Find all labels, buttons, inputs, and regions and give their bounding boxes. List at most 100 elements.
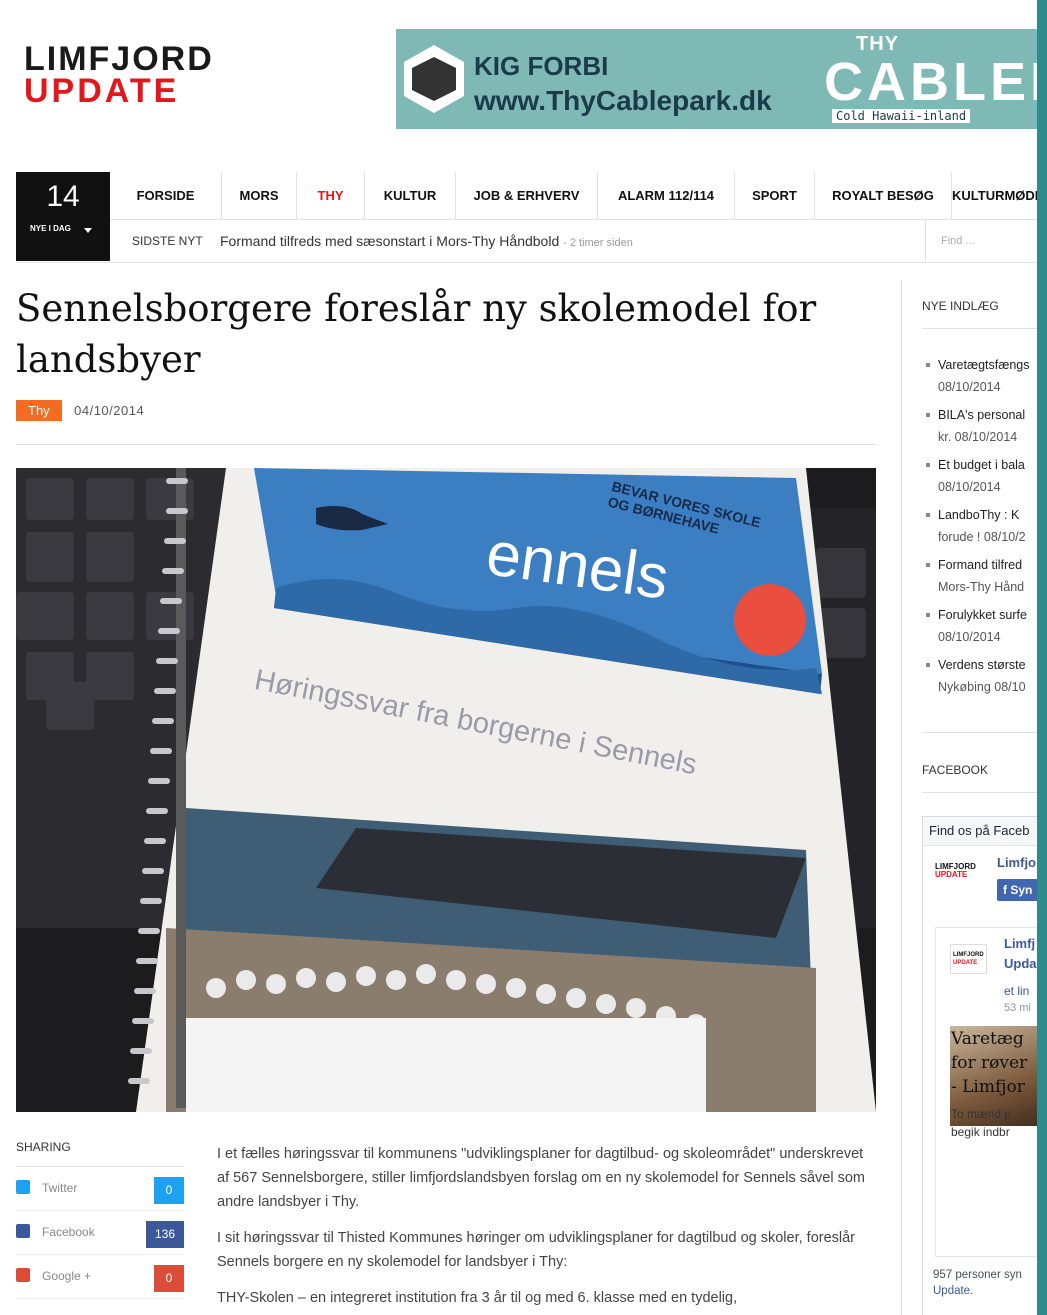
main-navigation: 14 NYE I DAG FORSIDE MORS THY KULTUR JOB… xyxy=(16,172,1037,263)
new-today-count: 14 xyxy=(46,180,80,213)
site-logo[interactable]: LIMFJORD UPDATE xyxy=(24,40,214,110)
nav-item-kulturmoede[interactable]: KULTURMØDE xyxy=(952,172,1037,219)
recent-posts-heading: NYE INDLÆG xyxy=(922,299,999,313)
share-facebook[interactable]: Facebook 136 xyxy=(16,1211,184,1255)
facebook-icon xyxy=(16,1224,30,1238)
sharing-box: SHARING Twitter 0 Facebook 136 Google + … xyxy=(16,1140,184,1299)
post-title: Formand tilfred xyxy=(938,558,1023,572)
nav-item-forside[interactable]: FORSIDE xyxy=(110,172,222,219)
recent-post-item[interactable]: Verdens største Nykøbing 08/10 xyxy=(922,654,1037,698)
facebook-widget: Find os på Faceb LIMFJORD UPDATE Limfjo f… xyxy=(922,816,1037,1315)
logo-line-1: LIMFJORD xyxy=(24,40,214,78)
post-description: To mænd p begik indbr xyxy=(951,1105,1011,1141)
sharing-heading: SHARING xyxy=(16,1140,184,1167)
post-headline-line-3: - Limfjor xyxy=(951,1077,1025,1097)
article-title: Sennelsborgere foreslår ny skolemodel fo… xyxy=(16,287,817,381)
share-twitter[interactable]: Twitter 0 xyxy=(16,1167,184,1211)
nav-item-mors[interactable]: MORS xyxy=(222,172,297,219)
recent-post-item[interactable]: Et budget i bala 08/10/2014 xyxy=(922,454,1037,498)
ticker-item[interactable]: Formand tilfreds med sæsonstart i Mors-T… xyxy=(220,220,633,264)
article-paragraph: I sit høringssvar til Thisted Kommunes h… xyxy=(217,1230,856,1270)
post-date: forude ! 08/10/2 xyxy=(938,530,1026,544)
recent-posts-list: Varetægtsfængs 08/10/2014 BILA's personal… xyxy=(922,354,1037,704)
nav-item-kultur[interactable]: KULTUR xyxy=(365,172,456,219)
facebook-heading: FACEBOOK xyxy=(922,763,989,777)
post-date: 08/10/2014 xyxy=(938,380,1001,394)
divider xyxy=(922,328,1037,329)
post-title: Forulykket surfe xyxy=(938,608,1027,622)
nav-menu: FORSIDE MORS THY KULTUR JOB & ERHVERV AL… xyxy=(110,172,1037,220)
post-author[interactable]: Limfj Upda xyxy=(1004,934,1037,974)
post-headline-line-1: Varetæg xyxy=(951,1029,1024,1049)
fb-likes-text: 957 personer syn Update. xyxy=(933,1267,1022,1299)
follow-label: Syn xyxy=(1010,883,1033,897)
divider xyxy=(16,444,876,445)
nav-item-royalt-besoeg[interactable]: ROYALT BESØG xyxy=(815,172,952,219)
post-description-line-1: To mænd p xyxy=(951,1107,1012,1121)
follow-button[interactable]: f Syn xyxy=(997,879,1037,901)
logo-line-2: UPDATE xyxy=(24,72,180,110)
recent-post-item[interactable]: LandboThy : K forude ! 08/10/2 xyxy=(922,504,1037,548)
post-title: Verdens største xyxy=(938,658,1026,672)
post-title: LandboThy : K xyxy=(938,508,1020,522)
divider xyxy=(922,732,1037,733)
ad-url: www.ThyCablepark.dk xyxy=(474,85,772,116)
post-title: Et budget i bala xyxy=(938,458,1025,472)
nav-item-alarm[interactable]: ALARM 112/114 xyxy=(598,172,735,219)
share-google-plus[interactable]: Google + 0 xyxy=(16,1255,184,1299)
post-avatar: LIMFJORD UPDATE xyxy=(950,944,987,974)
ad-headline: KIG FORBI xyxy=(474,51,609,81)
new-today-label: NYE I DAG xyxy=(30,224,71,233)
caret-down-icon xyxy=(84,228,92,233)
page-avatar: LIMFJORD UPDATE xyxy=(935,862,976,879)
share-count: 0 xyxy=(154,1265,184,1292)
post-date: kr. 08/10/2014 xyxy=(938,430,1018,444)
nav-item-sport[interactable]: SPORT xyxy=(735,172,815,219)
post-time[interactable]: 53 mi xyxy=(1004,1002,1031,1014)
post-date: 08/10/2014 xyxy=(938,630,1001,644)
article-photo: ennels BEVAR VORES SKOLE OG BØRNEHAVE Hør… xyxy=(16,468,876,1112)
ticker-time: - 2 timer siden xyxy=(563,237,633,249)
category-badge[interactable]: Thy xyxy=(16,400,62,421)
page: LIMFJORD UPDATE KIG FORBI www.ThyCablepa… xyxy=(0,0,1037,1315)
post-headline-line-2: for røver xyxy=(951,1053,1028,1073)
recent-post-item[interactable]: Forulykket surfe 08/10/2014 xyxy=(922,604,1037,648)
post-date: 08/10/2014 xyxy=(938,480,1001,494)
article-meta: Thy 04/10/2014 xyxy=(16,400,144,421)
share-count: 136 xyxy=(146,1221,184,1248)
post-date: Nykøbing 08/10 xyxy=(938,680,1026,694)
news-ticker: SIDSTE NYT Formand tilfreds med sæsonsta… xyxy=(110,220,1037,262)
nav-item-thy[interactable]: THY xyxy=(297,172,365,219)
recent-post-item[interactable]: Formand tilfred Mors-Thy Hånd xyxy=(922,554,1037,598)
post-headline[interactable]: Varetæg for røver - Limfjor xyxy=(951,1027,1027,1099)
cablepark-ad-banner[interactable]: KIG FORBI www.ThyCablepark.dk THY CABLEP… xyxy=(396,29,1037,129)
article-paragraph: THY-Skolen – en integreret institution f… xyxy=(217,1290,738,1306)
share-name: Twitter xyxy=(42,1181,78,1195)
ticker-label: SIDSTE NYT xyxy=(132,234,203,248)
likes-link[interactable]: Update. xyxy=(933,1285,973,1297)
sidebar: NYE INDLÆG Varetægtsfængs 08/10/2014 BILA… xyxy=(901,280,1037,1315)
post-description-line-2: begik indbr xyxy=(951,1125,1010,1139)
divider xyxy=(922,792,1037,793)
ad-tagline: Cold Hawaii-inland xyxy=(832,109,971,123)
fb-page-name[interactable]: Limfjo xyxy=(997,855,1036,870)
post-title: BILA's personal xyxy=(938,408,1026,422)
share-name: Google + xyxy=(42,1269,92,1283)
post-author-line-1: Limfj xyxy=(1004,936,1036,951)
recent-post-item[interactable]: Varetægtsfængs 08/10/2014 xyxy=(922,354,1037,398)
fb-widget-header: Find os på Faceb xyxy=(923,817,1037,846)
share-count: 0 xyxy=(154,1177,184,1204)
recent-post-item[interactable]: BILA's personal kr. 08/10/2014 xyxy=(922,404,1037,448)
window-frame-right xyxy=(1037,0,1047,1315)
nav-item-job-erhverv[interactable]: JOB & ERHVERV xyxy=(456,172,598,219)
search-input[interactable]: Find ... xyxy=(925,220,1037,262)
article-body: I et fælles høringssvar til kommunens "u… xyxy=(217,1142,877,1315)
ad-brand: CABLEP xyxy=(824,52,1037,112)
post-link-text[interactable]: et lin xyxy=(1004,984,1029,998)
likes-count: 957 personer syn xyxy=(933,1269,1022,1281)
share-name: Facebook xyxy=(42,1225,95,1239)
ticker-headline: Formand tilfreds med sæsonstart i Mors-T… xyxy=(220,233,560,249)
article-date: 04/10/2014 xyxy=(74,403,145,418)
new-today-box[interactable]: 14 NYE I DAG xyxy=(16,172,110,261)
post-author-line-2: Upda xyxy=(1004,956,1037,971)
